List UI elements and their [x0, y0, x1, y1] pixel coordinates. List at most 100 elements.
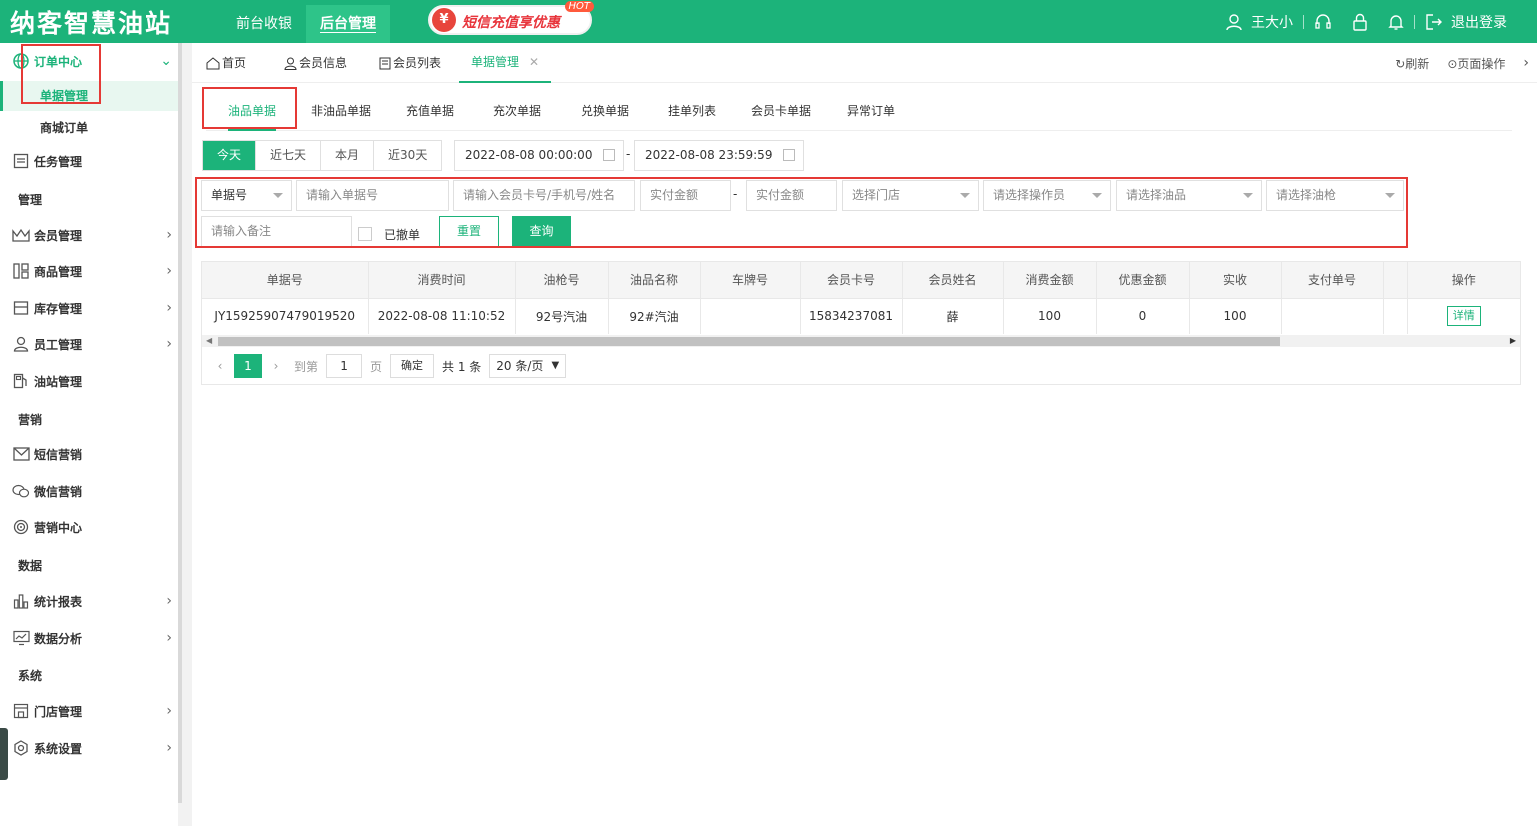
sidebar-sub-mall-orders[interactable]: 商城订单: [0, 113, 178, 143]
subtab-abnormal-orders[interactable]: 异常订单: [847, 91, 895, 131]
page-number-current[interactable]: 1: [234, 354, 262, 378]
tab-label: 单据管理: [471, 55, 520, 69]
sidebar-item-task[interactable]: 任务管理: [0, 143, 178, 179]
sidebar-item-marketing-center[interactable]: 营销中心: [0, 509, 178, 545]
lock-button[interactable]: [1342, 13, 1378, 31]
highlight-box: [21, 44, 101, 104]
top-nav: 前台收银 后台管理: [222, 5, 390, 43]
prev-page-icon[interactable]: ‹: [206, 354, 234, 378]
hot-badge: HOT: [564, 1, 594, 12]
goto-confirm-button[interactable]: 确定: [390, 354, 435, 378]
sidebar-item-label: 任务管理: [34, 154, 83, 169]
subtab-exchange-bills[interactable]: 兑换单据: [581, 91, 629, 131]
tab-member-list[interactable]: 会员列表: [379, 43, 441, 83]
sidebar-item-member[interactable]: 会员管理 ›: [0, 217, 178, 253]
detail-button[interactable]: 详情: [1446, 306, 1481, 327]
nav-backend-management[interactable]: 后台管理: [306, 5, 390, 43]
chevron-right-icon: ›: [166, 740, 172, 756]
range-7-days[interactable]: 近七天: [256, 141, 322, 170]
red-envelope-icon: ¥: [432, 8, 456, 32]
page-ops-button[interactable]: ⊙页面操作: [1447, 55, 1505, 72]
subtab-count-recharge-bills[interactable]: 充次单据: [493, 91, 541, 131]
scroll-left-arrow-icon[interactable]: ◀: [206, 336, 212, 345]
chevron-right-icon[interactable]: ›: [1523, 55, 1529, 71]
column-header: 支付单号: [1281, 262, 1384, 299]
sidebar-item-sms[interactable]: 短信营销: [0, 436, 178, 472]
close-icon[interactable]: ✕: [529, 42, 539, 82]
column-header: 实收: [1189, 262, 1282, 299]
subtab-pending-list[interactable]: 挂单列表: [668, 91, 716, 131]
sidebar-item-wechat[interactable]: 微信营销: [0, 473, 178, 509]
subtab-non-oil-bills[interactable]: 非油品单据: [311, 91, 371, 131]
side-handle[interactable]: [0, 728, 8, 780]
table-horizontal-scrollbar[interactable]: ◀ ▶: [202, 335, 1520, 347]
next-page-icon[interactable]: ›: [262, 354, 290, 378]
goto-page-input[interactable]: 1: [326, 354, 363, 378]
inventory-icon: [12, 299, 30, 317]
nav-front-cashier[interactable]: 前台收银: [222, 5, 306, 43]
column-header: 消费时间: [368, 262, 516, 299]
refresh-button[interactable]: ↻刷新: [1395, 55, 1429, 72]
tab-home[interactable]: 首页: [206, 43, 246, 83]
cell-empty: [1383, 298, 1408, 334]
bar-chart-icon: [12, 592, 30, 610]
sidebar-item-settings[interactable]: 系统设置 ›: [0, 730, 178, 766]
range-30-days[interactable]: 近30天: [374, 141, 442, 170]
logout-button[interactable]: 退出登录: [1415, 12, 1537, 32]
page-ops-label: 页面操作: [1457, 56, 1506, 71]
sms-promo-banner[interactable]: ¥ 短信充值享优惠 HOT: [428, 1, 594, 35]
end-date-input[interactable]: 2022-08-08 23:59:59: [634, 140, 804, 171]
top-right-tools: 王大小 退出登录: [1215, 0, 1537, 43]
sidebar-scrollbar[interactable]: [178, 43, 182, 803]
range-this-month[interactable]: 本月: [321, 141, 375, 170]
chevron-right-icon: ›: [166, 300, 172, 316]
support-button[interactable]: [1304, 13, 1342, 31]
sidebar-item-staff[interactable]: 员工管理 ›: [0, 326, 178, 362]
crown-icon: [12, 226, 30, 244]
sidebar-item-goods[interactable]: 商品管理 ›: [0, 253, 178, 289]
tab-bill-management[interactable]: 单据管理 ✕: [459, 42, 552, 83]
highlight-box: [195, 177, 1408, 248]
sidebar-item-analysis[interactable]: 数据分析 ›: [0, 620, 178, 656]
sidebar-item-label: 系统设置: [34, 741, 83, 756]
person-icon: [284, 57, 297, 70]
user-name: 王大小: [1251, 14, 1293, 31]
user-menu[interactable]: 王大小: [1215, 12, 1303, 32]
subtab-member-card-bills[interactable]: 会员卡单据: [751, 91, 811, 131]
goto-label: 到第: [294, 359, 319, 374]
sidebar-item-label: 员工管理: [34, 337, 83, 352]
lock-icon: [1353, 13, 1367, 31]
chevron-right-icon: ›: [166, 593, 172, 609]
column-header: 优惠金额: [1096, 262, 1190, 299]
sidebar-item-label: 短信营销: [34, 447, 83, 462]
page-size-select[interactable]: 20 条/页 ▼: [489, 354, 567, 378]
wechat-icon: [12, 482, 30, 500]
notification-button[interactable]: [1378, 13, 1414, 31]
tab-tools: ↻刷新 ⊙页面操作 ›: [1377, 43, 1529, 83]
cell-bill-number: JY15925907479019520: [202, 298, 369, 334]
start-date-input[interactable]: 2022-08-08 00:00:00: [454, 140, 624, 171]
sidebar-item-label: 营销中心: [34, 520, 83, 535]
sidebar-item-station[interactable]: 油站管理: [0, 363, 178, 399]
scroll-right-arrow-icon[interactable]: ▶: [1510, 336, 1516, 345]
sidebar-item-store[interactable]: 门店管理 ›: [0, 693, 178, 729]
pagination: ‹ 1 › 到第 1 页 确定 共 1 条 20 条/页 ▼: [206, 353, 567, 379]
sidebar-item-label: 油站管理: [34, 374, 83, 389]
scrollbar-thumb[interactable]: [218, 337, 1280, 346]
sidebar-item-label: 微信营销: [34, 484, 83, 499]
cell-discount-amount: 0: [1096, 298, 1190, 334]
promo-text: 短信充值享优惠: [462, 15, 560, 31]
tab-member-info[interactable]: 会员信息: [284, 43, 347, 83]
cell-consume-amount: 100: [1003, 298, 1097, 334]
chevron-right-icon: ›: [166, 336, 172, 352]
sidebar-item-reports[interactable]: 统计报表 ›: [0, 583, 178, 619]
cell-oil-name: 92#汽油: [608, 298, 701, 334]
range-today[interactable]: 今天: [203, 141, 257, 170]
top-bar: 纳客智慧油站 前台收银 后台管理 ¥ 短信充值享优惠 HOT 王大小 退出登录: [0, 0, 1537, 43]
subtab-recharge-bills[interactable]: 充值单据: [406, 91, 454, 131]
highlight-box: [202, 87, 297, 129]
page-unit-label: 页: [370, 359, 383, 374]
column-header: 油品名称: [608, 262, 701, 299]
calendar-icon: [783, 149, 795, 161]
sidebar-item-inventory[interactable]: 库存管理 ›: [0, 290, 178, 326]
